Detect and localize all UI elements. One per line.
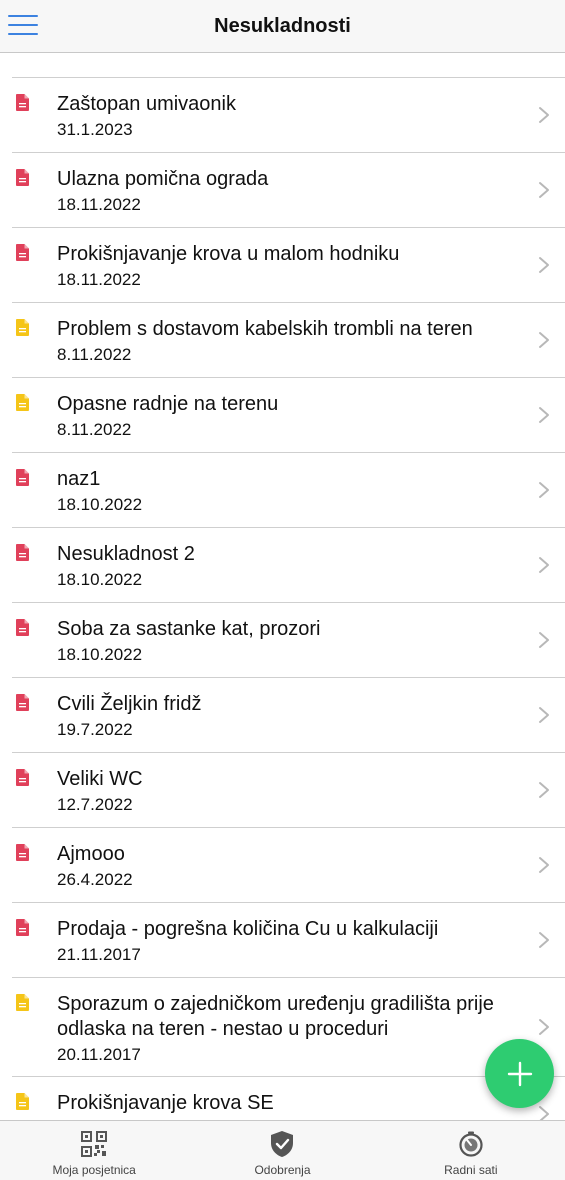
plus-icon: [507, 1061, 532, 1086]
item-title: Prodaja - pogrešna količina Cu u kalkula…: [57, 918, 439, 940]
tab-radni-sati[interactable]: Radni sati: [377, 1121, 565, 1180]
document-icon: [16, 169, 29, 186]
item-date: 18.11.2022: [57, 195, 141, 214]
list-item[interactable]: Ajmooo 26.4.2022: [12, 828, 565, 903]
chevron-right-icon: [539, 1019, 549, 1035]
list-item[interactable]: Zaštopan umivaonik 31.1.2023: [12, 78, 565, 153]
list-item[interactable]: Nesukladnost 2 18.10.2022: [12, 528, 565, 603]
document-icon: [16, 469, 29, 486]
item-title: Nesukladnost 2: [57, 543, 195, 565]
item-title: Prokišnjavanje krova u malom hodniku: [57, 243, 400, 265]
item-date: 12.7.2022: [57, 795, 133, 814]
item-date: 20.11.2017: [57, 1045, 141, 1064]
chevron-right-icon: [539, 407, 549, 423]
item-title: Soba za sastanke kat, prozori: [57, 618, 321, 640]
item-title: naz1: [57, 468, 101, 490]
document-icon: [16, 994, 29, 1011]
item-date: 18.11.2022: [57, 270, 141, 289]
document-icon: [16, 844, 29, 861]
document-icon: [16, 769, 29, 786]
item-title: Opasne radnje na terenu: [57, 393, 279, 415]
item-title: Prokišnjavanje krova SE: [57, 1092, 274, 1114]
list-item[interactable]: naz1 18.10.2022: [12, 453, 565, 528]
chevron-right-icon: [539, 857, 549, 873]
item-date: 21.11.2017: [57, 945, 141, 964]
bottom-tab-bar: Moja posjetnica Odobrenja Radni sati: [0, 1120, 565, 1180]
item-title: Sporazum o zajedničkom uređenju gradiliš…: [57, 993, 494, 1040]
stopwatch-icon: [459, 1131, 483, 1157]
chevron-right-icon: [539, 482, 549, 498]
tab-label: Radni sati: [444, 1163, 498, 1177]
document-icon: [16, 544, 29, 561]
item-title: Ajmooo: [57, 843, 125, 865]
document-icon: [16, 319, 29, 336]
add-button[interactable]: [485, 1039, 554, 1108]
nonconformity-list[interactable]: 9.11.2023 Zaštopan umivaonik 31.1.2023 Ulaz…: [0, 53, 565, 1120]
chevron-right-icon: [539, 182, 549, 198]
list-item[interactable]: Ulazna pomična ograda 18.11.2022: [12, 153, 565, 228]
chevron-right-icon: [539, 107, 549, 123]
item-date: 26.4.2022: [57, 870, 133, 889]
shield-check-icon: [271, 1131, 294, 1157]
document-icon: [16, 919, 29, 936]
document-icon: [16, 619, 29, 636]
chevron-right-icon: [539, 557, 549, 573]
page-title: Nesukladnosti: [214, 14, 351, 37]
item-title: Ulazna pomična ograda: [57, 168, 269, 190]
top-app-bar: Nesukladnosti: [0, 0, 565, 53]
chevron-right-icon: [539, 932, 549, 948]
chevron-right-icon: [539, 257, 549, 273]
item-title: Zaštopan umivaonik: [57, 93, 236, 115]
document-icon: [16, 694, 29, 711]
list-item[interactable]: Opasne radnje na terenu 8.11.2022: [12, 378, 565, 453]
item-date: 8.11.2022: [57, 345, 132, 364]
chevron-right-icon: [539, 332, 549, 348]
item-date: 8.11.2022: [57, 420, 132, 439]
item-title: Problem s dostavom kabelskih trombli na …: [57, 318, 473, 340]
tab-moja-posjetnica[interactable]: Moja posjetnica: [0, 1121, 188, 1180]
chevron-right-icon: [539, 782, 549, 798]
tab-odobrenja[interactable]: Odobrenja: [188, 1121, 376, 1180]
chevron-right-icon: [539, 632, 549, 648]
hamburger-icon[interactable]: [8, 12, 38, 38]
qr-code-icon: [81, 1131, 108, 1157]
tab-label: Moja posjetnica: [52, 1163, 136, 1177]
list-item[interactable]: Prodaja - pogrešna količina Cu u kalkula…: [12, 903, 565, 978]
list-item[interactable]: Sporazum o zajedničkom uređenju gradiliš…: [12, 978, 565, 1077]
item-date: 18.10.2022: [57, 495, 143, 514]
item-title: Veliki WC: [57, 768, 143, 790]
document-icon: [16, 94, 29, 111]
item-date: 18.10.2022: [57, 570, 143, 589]
list-item[interactable]: Soba za sastanke kat, prozori 18.10.2022: [12, 603, 565, 678]
list-item[interactable]: Veliki WC 12.7.2022: [12, 753, 565, 828]
list-item[interactable]: Problem s dostavom kabelskih trombli na …: [12, 303, 565, 378]
document-icon: [16, 1093, 29, 1110]
item-date: 19.7.2022: [57, 720, 133, 739]
item-title: Cvili Željkin fridž: [57, 693, 202, 715]
list-item[interactable]: 9.11.2023: [12, 53, 565, 78]
list-item[interactable]: Prokišnjavanje krova SE: [12, 1077, 565, 1120]
item-date: 18.10.2022: [57, 645, 143, 664]
list-item[interactable]: Cvili Željkin fridž 19.7.2022: [12, 678, 565, 753]
tab-label: Odobrenja: [254, 1163, 311, 1177]
document-icon: [16, 244, 29, 261]
list-item[interactable]: Prokišnjavanje krova u malom hodniku 18.1…: [12, 228, 565, 303]
item-date: 31.1.2023: [57, 120, 133, 139]
document-icon: [16, 394, 29, 411]
chevron-right-icon: [539, 1106, 549, 1120]
chevron-right-icon: [539, 707, 549, 723]
